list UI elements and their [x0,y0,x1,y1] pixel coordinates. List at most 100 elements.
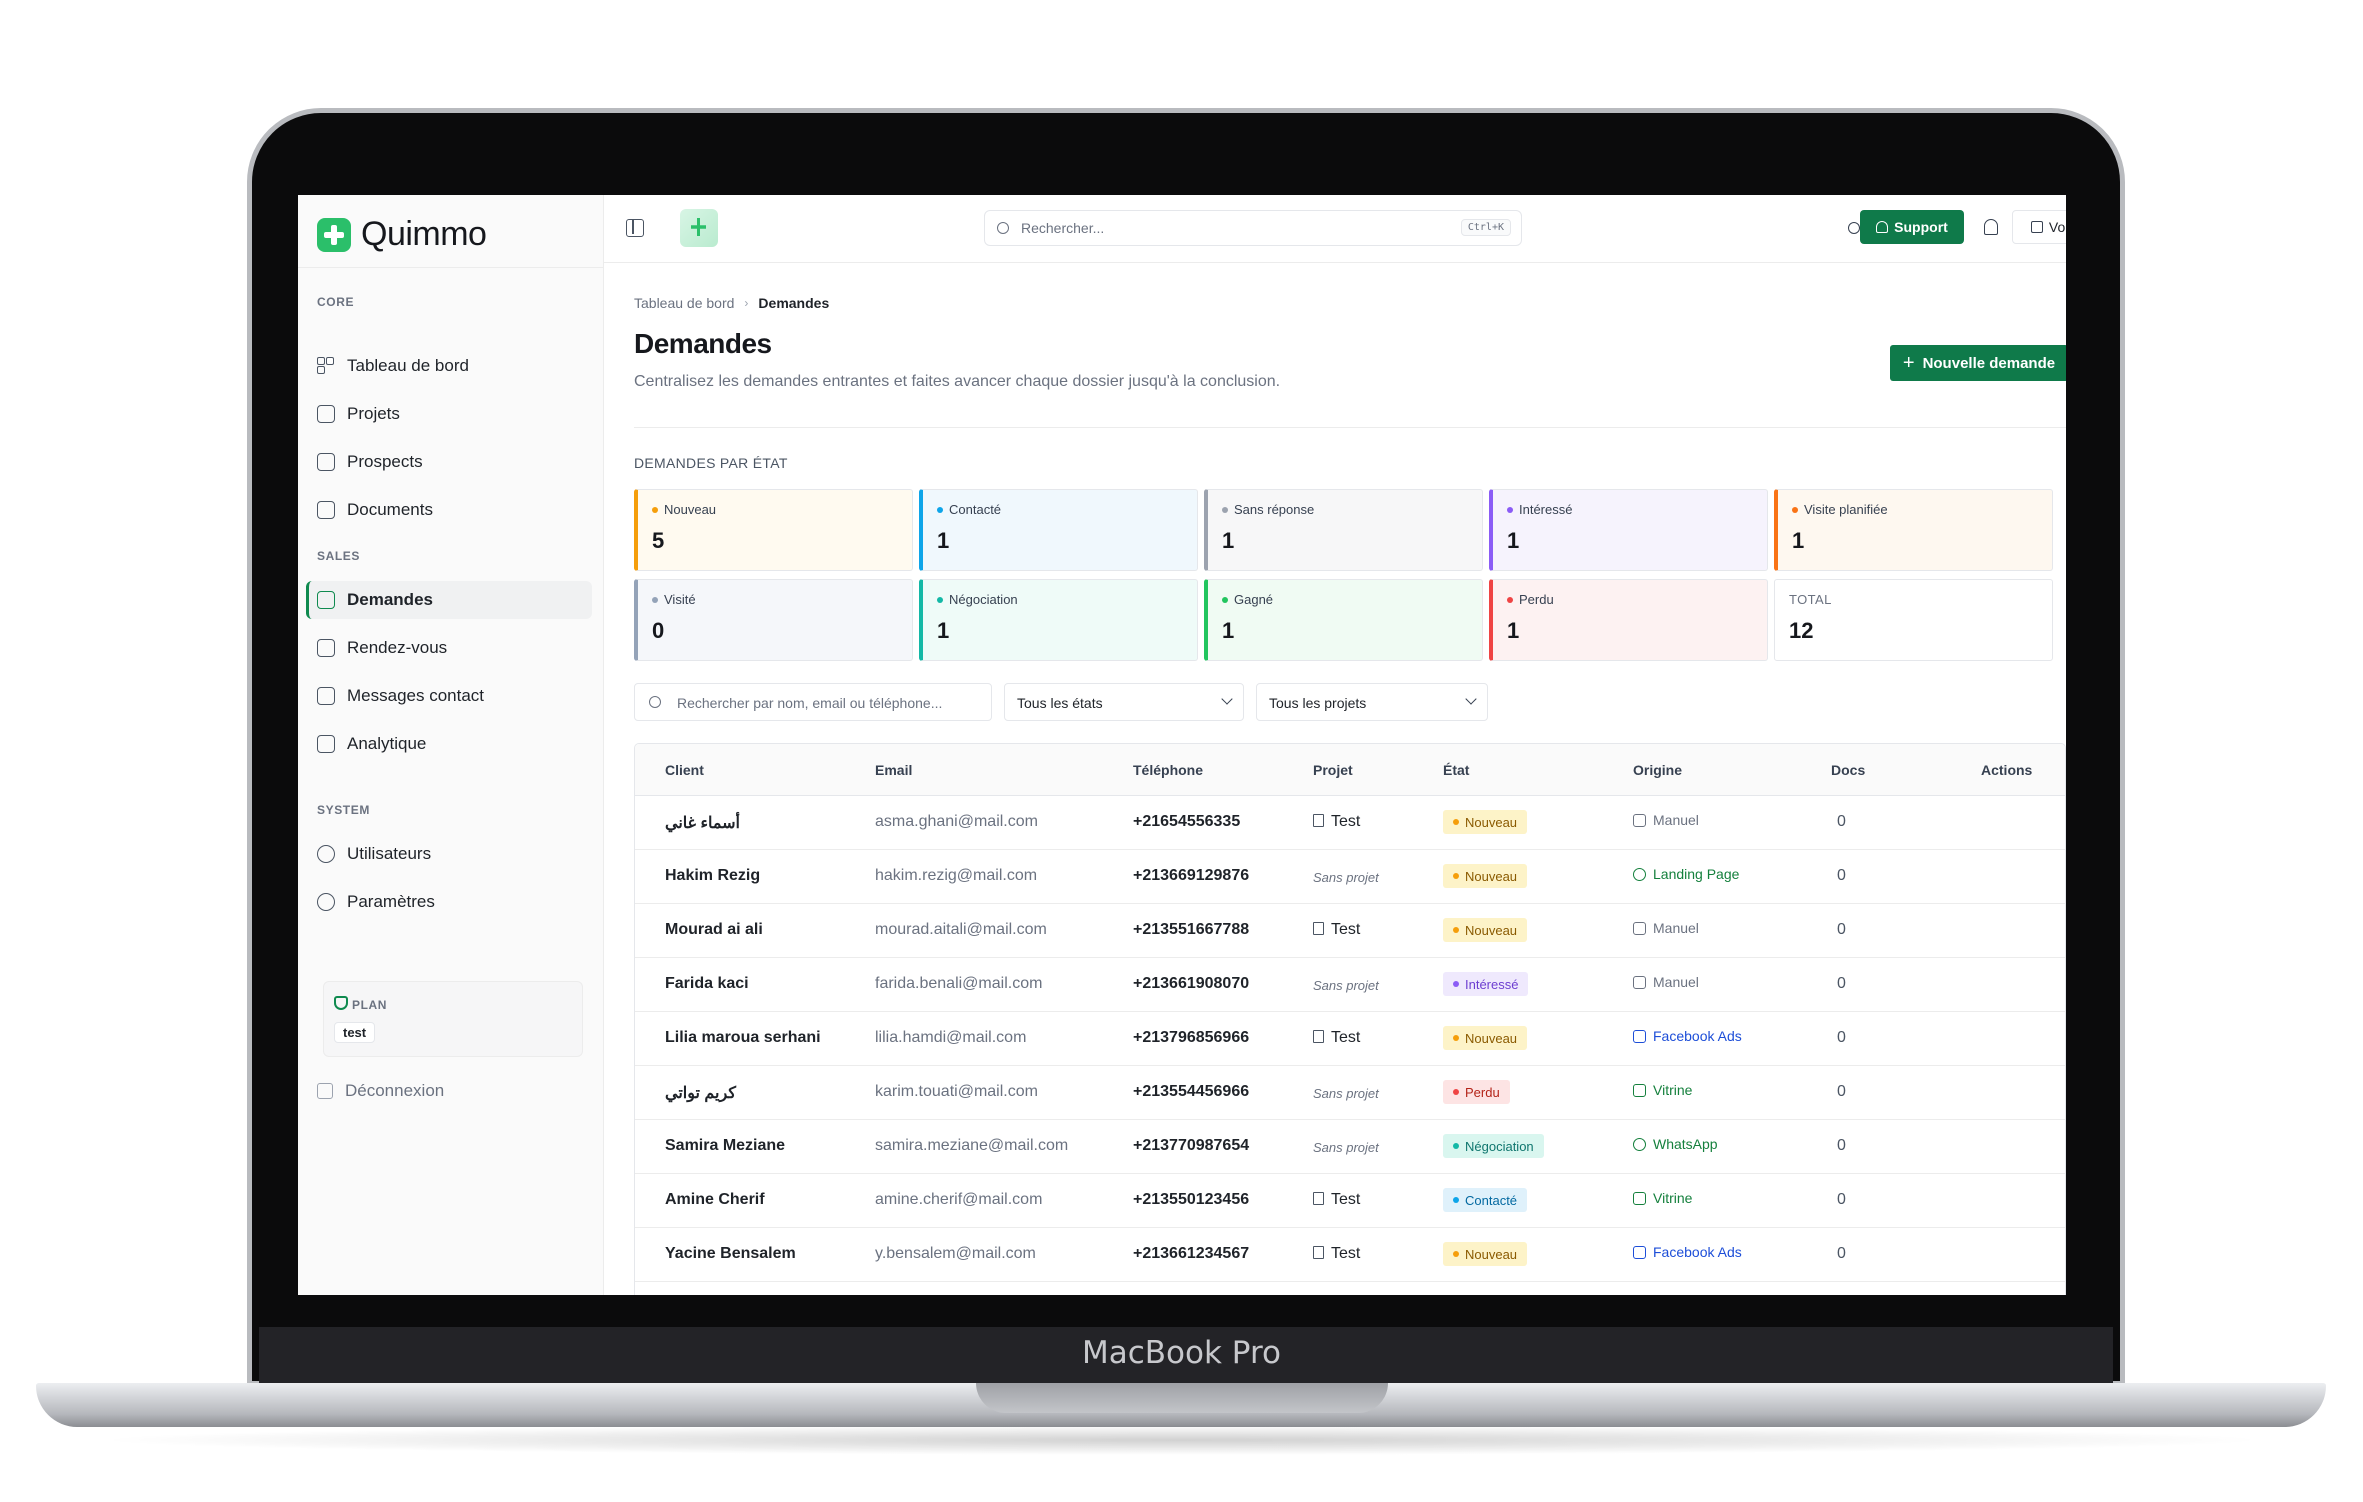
section-title-system: SYSTEM [317,803,370,817]
column-header[interactable]: Origine [1633,762,1682,778]
requests-search-input[interactable]: Rechercher par nom, email ou téléphone..… [634,683,992,721]
plus-icon: + [1902,352,1915,374]
page-title: Demandes [634,328,772,359]
column-header[interactable]: Docs [1831,762,1865,778]
docs-count: 0 [1837,921,1846,938]
state-card[interactable]: Perdu 1 [1489,579,1768,661]
logout-button[interactable]: Déconnexion [317,1081,444,1101]
client-phone: +213661908070 [1133,975,1250,992]
client-email: samira.meziane@mail.com [875,1137,1069,1154]
state-card-label: Visite planifiée [1792,502,1888,517]
sidebar-item-documents[interactable]: Documents [306,491,592,529]
table-row[interactable]: كريم تواتي karim.touati@mail.com +21355445… [635,1066,2065,1120]
building-icon [1313,1246,1324,1259]
theme-toggle-sun-icon[interactable] [1848,222,1860,234]
column-header[interactable]: Email [875,762,912,778]
status-badge-label: Nouveau [1465,1030,1518,1046]
table-row[interactable]: Farida kaci farida.benali@mail.com +213661… [635,958,2065,1012]
origin-text: Facebook Ads [1653,1028,1742,1044]
chevron-down-icon [1465,693,1477,705]
docs-count: 0 [1837,1029,1846,1046]
client-name: Amine Cherif [665,1191,765,1208]
state-card-label: Négociation [937,592,1018,607]
column-header[interactable]: Téléphone [1133,762,1203,778]
gear-icon [317,893,335,911]
status-badge: Nouveau [1443,1026,1528,1050]
status-badge: Nouveau [1443,810,1528,834]
sidebar-item-projets[interactable]: Projets [306,395,592,433]
status-badge-label: Nouveau [1465,1246,1518,1262]
client-name: Samira Meziane [665,1137,786,1154]
state-card[interactable]: Contacté 1 [919,489,1198,571]
table-row[interactable]: أسماء غاني asma.ghani@mail.com +2165455633… [635,796,2065,850]
table-row[interactable]: Samira Meziane samira.meziane@mail.com +21… [635,1120,2065,1174]
divider [634,427,2066,428]
sidebar-item-analytique[interactable]: Analytique [306,725,592,763]
state-card-count: 1 [1507,528,1520,553]
state-card[interactable]: Gagné 1 [1204,579,1483,661]
whatsapp-icon [1633,1137,1646,1151]
status-badge-label: Nouveau [1465,922,1518,938]
origin-label: Manuel [1633,812,1699,828]
project-filter-select[interactable]: Tous les projets [1256,683,1488,721]
origin-text: WhatsApp [1653,1136,1718,1152]
state-card[interactable]: Intéressé 1 [1489,489,1768,571]
client-name: كريم تواتي [665,1085,736,1102]
sidebar-item-rendez-vous[interactable]: Rendez-vous [306,629,592,667]
state-card-label: Sans réponse [1222,502,1314,517]
app-logo[interactable]: Quimmo [317,215,487,254]
status-badge: Intéressé [1443,972,1529,996]
sidebar-toggle-icon[interactable] [626,219,644,237]
breadcrumb-root[interactable]: Tableau de bord [634,295,734,311]
client-phone: +213669129876 [1133,867,1250,884]
project-filter-value: Tous les projets [1269,695,1367,711]
origin-label: Landing Page [1633,866,1739,882]
status-dot-icon [1507,596,1513,603]
grid-icon [1633,921,1646,935]
status-badge: Nouveau [1443,918,1528,942]
state-card[interactable]: Visité 0 [634,579,913,661]
new-request-button[interactable]: + Nouvelle demande [1890,345,2066,381]
sidebar-item-tableau-de-bord[interactable]: Tableau de bord [306,347,592,385]
table-row[interactable]: Hakim Rezig hakim.rezig@mail.com +21366912… [635,850,2065,904]
table-row[interactable]: Lilia maroua serhani lilia.hamdi@mail.com… [635,1012,2065,1066]
breadcrumb-current: Demandes [758,295,830,311]
state-card[interactable]: Nouveau 5 [634,489,913,571]
view-vitrine-button[interactable]: Voir la vitrine [2012,210,2066,244]
support-button[interactable]: Support [1860,210,1964,244]
sidebar-item-utilisateurs[interactable]: Utilisateurs [306,835,592,873]
state-card[interactable]: Négociation 1 [919,579,1198,661]
project-name: Test [1313,921,1360,939]
column-header[interactable]: Projet [1313,762,1353,778]
table-row[interactable]: Mourad ai ali mourad.aitali@mail.com +2135… [635,904,2065,958]
table-row[interactable]: Amine Cherif amine.cherif@mail.com +213550… [635,1174,2065,1228]
building-icon [1313,1192,1324,1205]
sidebar-item-messages-contact[interactable]: Messages contact [306,677,592,715]
global-search-input[interactable]: Rechercher... Ctrl+K [984,210,1522,246]
page-subtitle: Centralisez les demandes entrantes et fa… [634,373,1281,390]
calendar-icon [317,639,335,657]
column-header[interactable]: Client [665,762,704,778]
sidebar-item-label: Analytique [347,734,427,753]
state-card-label-text: Sans réponse [1234,502,1315,517]
table-row[interactable]: Yacine Bensalem y.bensalem@mail.com +21366… [635,1228,2065,1282]
state-card[interactable]: Sans réponse 1 [1204,489,1483,571]
total-count: 12 [1789,618,1814,643]
breadcrumb: Tableau de bord › Demandes [634,295,829,311]
laptop-shadow [90,1425,2273,1455]
client-phone: +213661234567 [1133,1245,1250,1262]
state-card-label-text: Visité [664,592,696,607]
sidebar-item-demandes[interactable]: Demandes [306,581,592,619]
client-email: hakim.rezig@mail.com [875,867,1038,884]
status-dot-icon [652,506,658,513]
column-header[interactable]: État [1443,762,1469,778]
notifications-bell-icon[interactable] [1984,219,1998,235]
support-label: Support [1894,219,1948,235]
sidebar-item-parametres[interactable]: Paramètres [306,883,592,921]
state-filter-select[interactable]: Tous les états [1004,683,1244,721]
state-card[interactable]: Visite planifiée 1 [1774,489,2053,571]
app-switcher-icon[interactable] [680,209,718,247]
status-dot-icon [1453,1089,1459,1095]
project-name: Test [1313,1245,1360,1263]
sidebar-item-prospects[interactable]: Prospects [306,443,592,481]
